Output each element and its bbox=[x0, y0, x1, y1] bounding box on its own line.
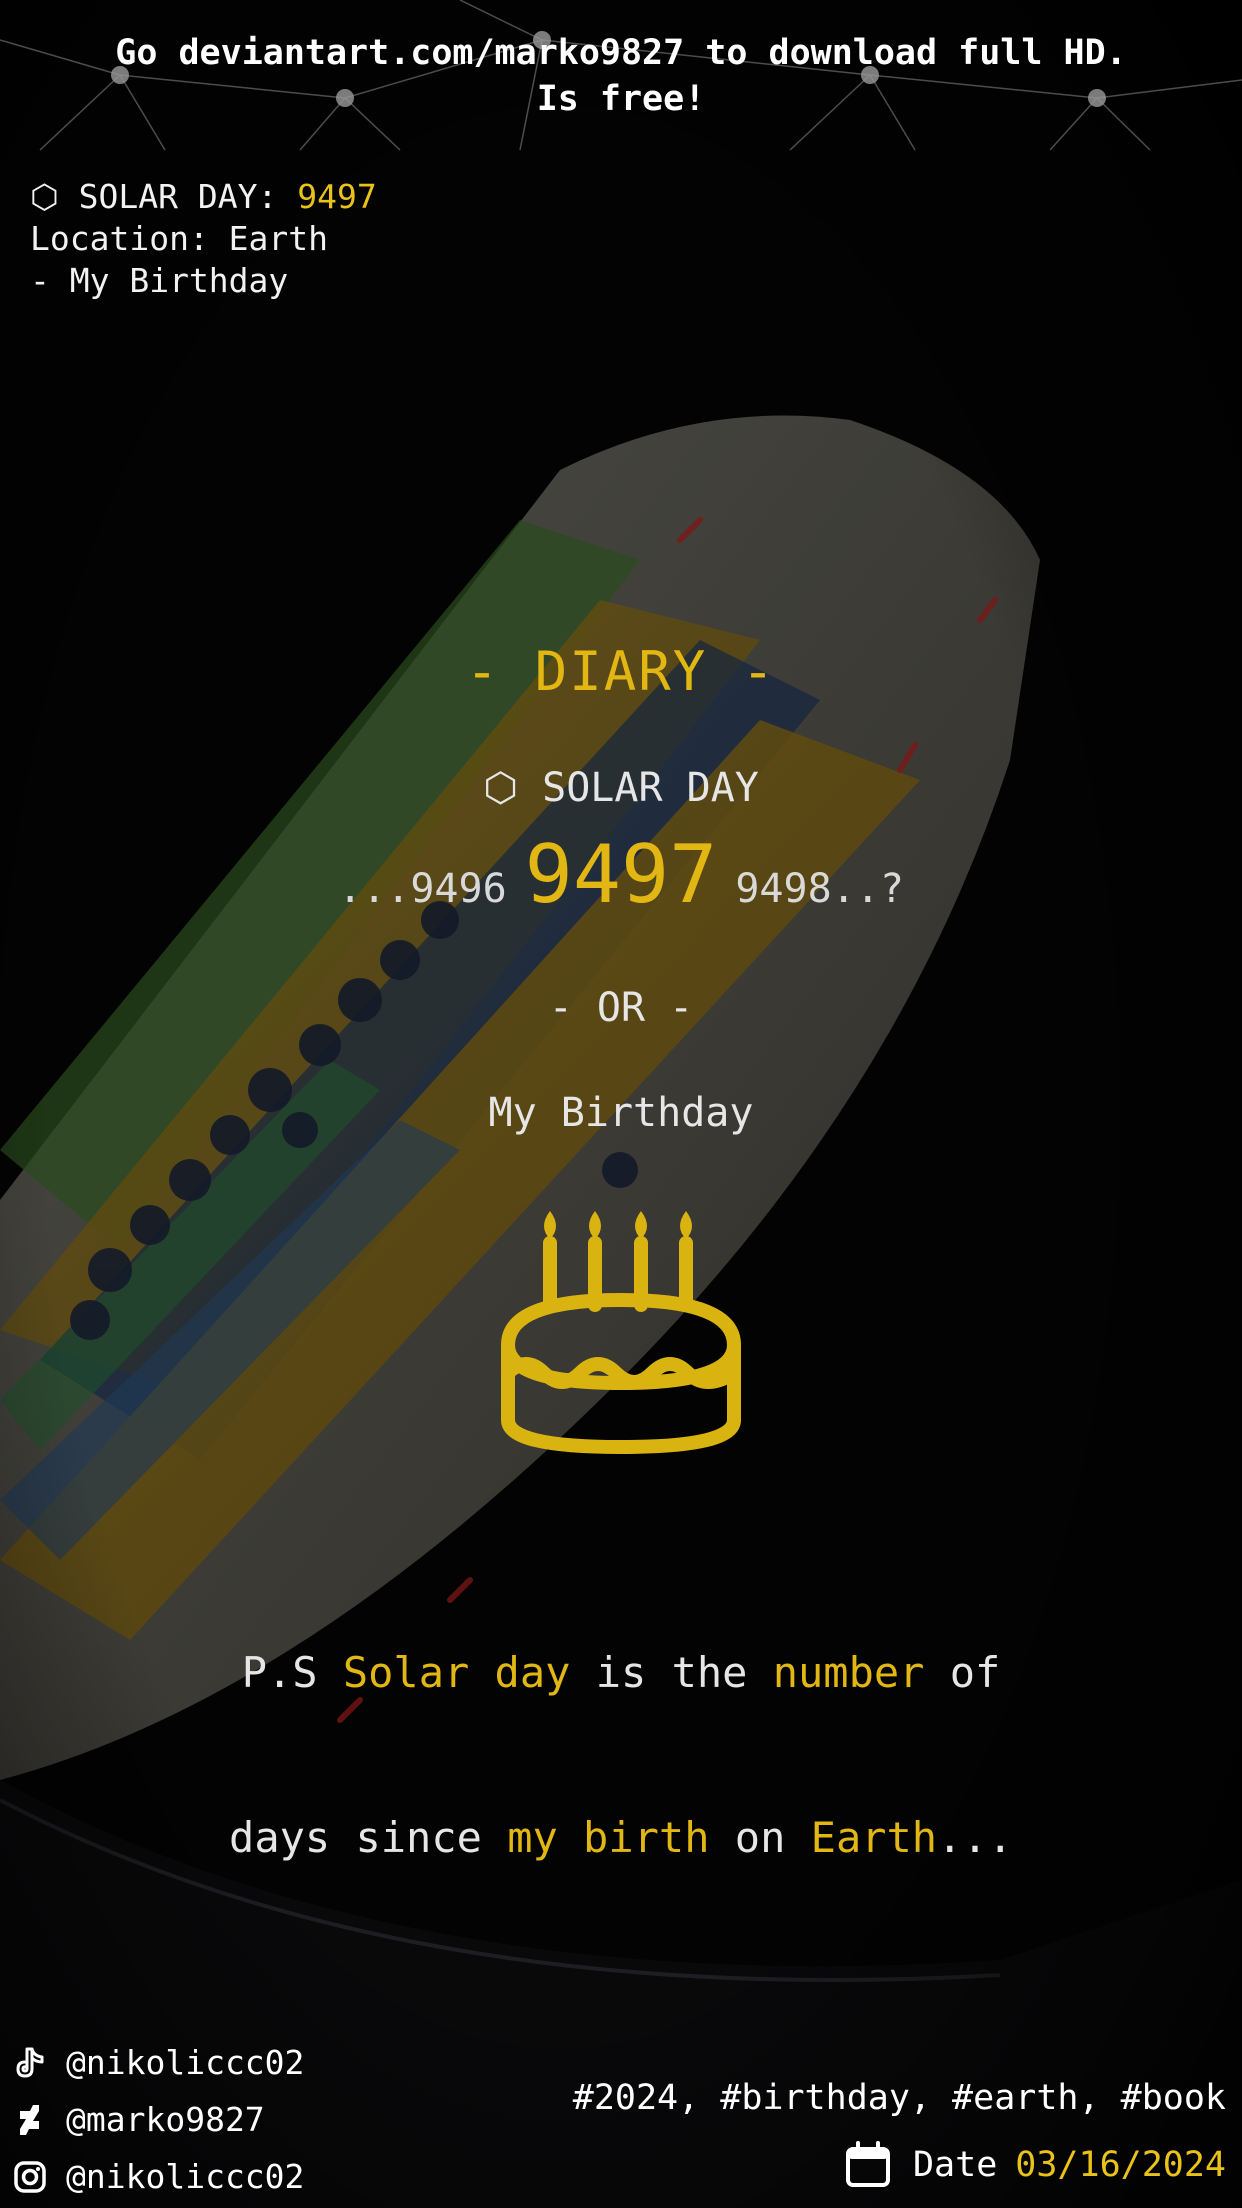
ps-note-text: of bbox=[924, 1648, 1001, 1697]
social-link-deviantart[interactable]: @marko9827 bbox=[12, 2091, 304, 2148]
solar-day-label: ⬡ SOLAR DAY bbox=[483, 765, 759, 811]
social-link-tiktok[interactable]: @nikoliccc02 bbox=[12, 2034, 304, 2091]
solar-day-counter: ...9496 9497 9498..? bbox=[0, 830, 1242, 920]
current-day: 9497 bbox=[524, 828, 718, 921]
header-event: - My Birthday bbox=[30, 261, 289, 300]
deviantart-handle: @marko9827 bbox=[66, 2100, 265, 2139]
event-label: My Birthday bbox=[488, 1090, 754, 1136]
or-divider: - OR - bbox=[548, 985, 694, 1031]
ps-note-highlight: Earth bbox=[810, 1813, 938, 1862]
ps-note-highlight: number bbox=[772, 1648, 925, 1697]
diary-title: - DIARY - bbox=[465, 640, 777, 703]
social-links: @nikoliccc02 @marko9827 @nikoliccc02 bbox=[12, 2034, 304, 2205]
ps-note-line-1: P.S Solar day is the number of bbox=[0, 1645, 1242, 1700]
header-solar-label: ⬡ SOLAR DAY: bbox=[30, 177, 298, 216]
ps-note-text: ... bbox=[937, 1813, 1013, 1862]
download-notice: Go deviantart.com/marko9827 to download … bbox=[0, 30, 1242, 122]
date-label: Date bbox=[912, 2145, 998, 2185]
instagram-icon bbox=[14, 2160, 46, 2193]
ps-note-line-2: days since my birth on Earth... bbox=[0, 1810, 1242, 1865]
ps-note-text: is the bbox=[570, 1648, 773, 1697]
deviantart-icon bbox=[20, 2104, 39, 2135]
social-link-instagram[interactable]: @nikoliccc02 bbox=[12, 2148, 304, 2205]
notice-line-2: Is free! bbox=[536, 79, 706, 119]
hashtags: #2024, #birthday, #earth, #book bbox=[572, 2078, 1226, 2118]
instagram-handle: @nikoliccc02 bbox=[66, 2157, 305, 2196]
ps-note: P.S Solar day is the number of days sinc… bbox=[0, 1535, 1242, 1920]
date-value: 03/16/2024 bbox=[1015, 2145, 1226, 2185]
header-info: ⬡ SOLAR DAY: 9497 Location: Earth - My B… bbox=[30, 176, 377, 302]
tiktok-icon bbox=[16, 2047, 44, 2077]
ps-note-highlight: Solar day bbox=[342, 1648, 571, 1697]
notice-line-1: Go deviantart.com/marko9827 to download … bbox=[115, 33, 1127, 73]
header-solar-day: ⬡ SOLAR DAY: 9497 bbox=[30, 176, 377, 218]
ps-note-text: days since bbox=[229, 1813, 508, 1862]
ps-note-highlight: my birth bbox=[507, 1813, 710, 1862]
date-display: Date 03/16/2024 bbox=[843, 2140, 1226, 2190]
previous-day: ...9496 bbox=[338, 866, 507, 912]
calendar-icon bbox=[845, 2141, 890, 2187]
tiktok-handle: @nikoliccc02 bbox=[66, 2043, 305, 2082]
header-solar-value: 9497 bbox=[297, 177, 377, 216]
next-day: 9498..? bbox=[735, 866, 904, 912]
birthday-cake-icon bbox=[501, 1211, 741, 1454]
ps-note-text: on bbox=[709, 1813, 811, 1862]
ps-note-text: P.S bbox=[241, 1648, 343, 1697]
header-location: Location: Earth bbox=[30, 219, 329, 258]
